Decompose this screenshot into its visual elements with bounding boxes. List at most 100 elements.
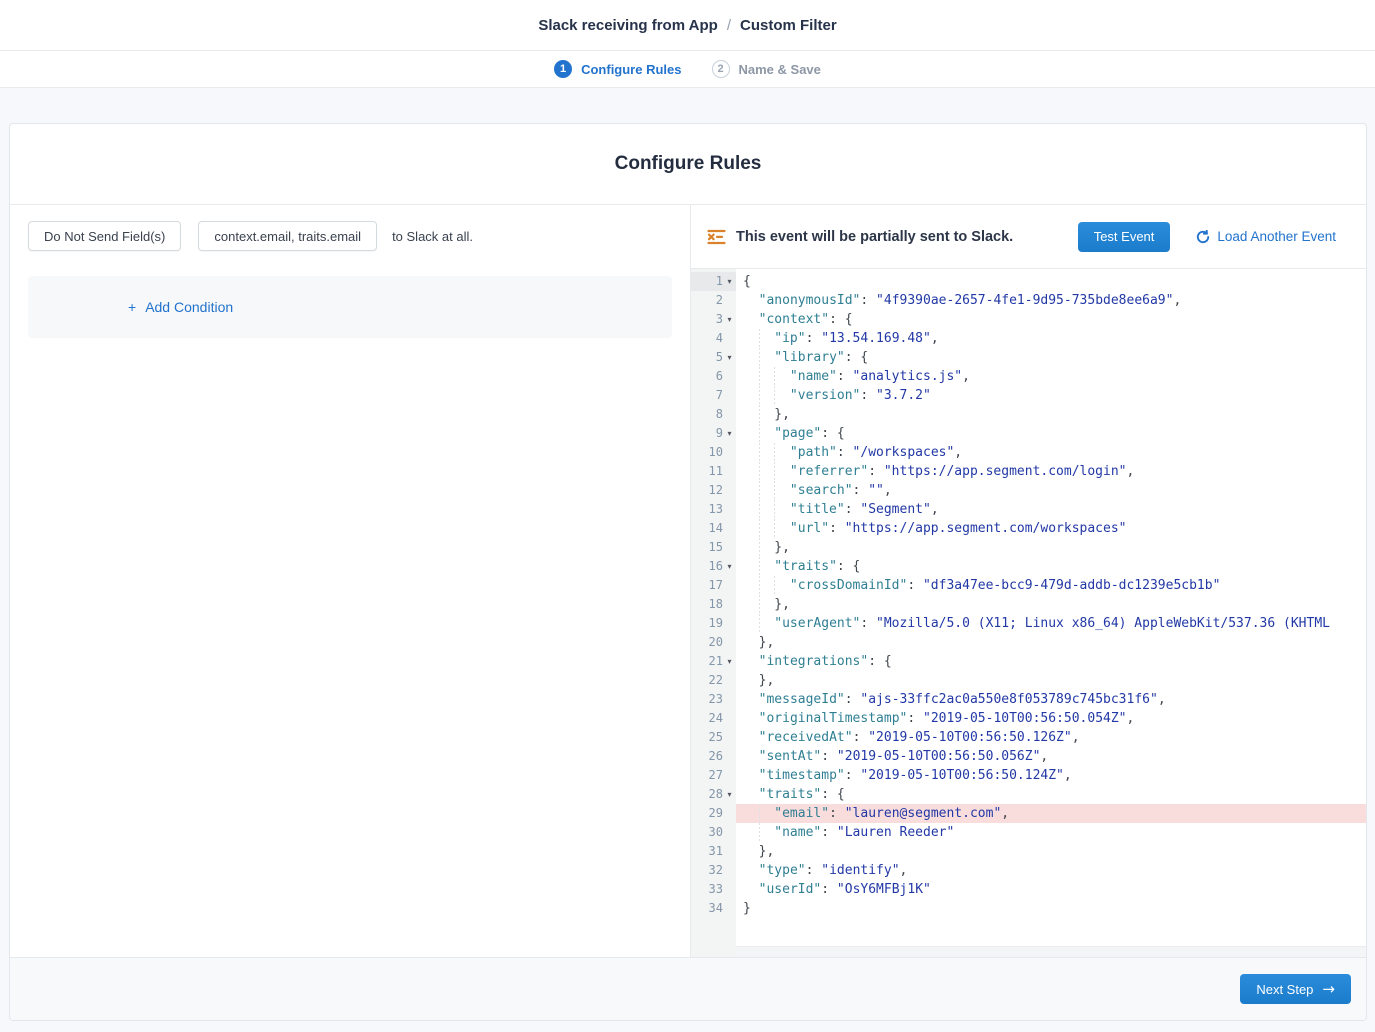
code-line[interactable]: "title": "Segment", (736, 500, 1366, 519)
next-step-button[interactable]: Next Step → (1240, 974, 1351, 1004)
next-step-label: Next Step (1256, 982, 1313, 997)
indent-guide (759, 462, 775, 481)
rule-fields-button[interactable]: context.email, traits.email (198, 221, 377, 251)
json-string: "Lauren Reeder" (837, 825, 954, 840)
code-line[interactable]: }, (736, 842, 1366, 861)
json-punct: : (821, 882, 837, 897)
code-line[interactable]: }, (736, 633, 1366, 652)
code-line[interactable]: "search": "", (736, 481, 1366, 500)
code-line[interactable]: "type": "identify", (736, 861, 1366, 880)
line-number: 32 (709, 861, 723, 880)
line-number: 16 (709, 557, 723, 576)
code-line[interactable]: "version": "3.7.2" (736, 386, 1366, 405)
caret-down-icon[interactable]: ▾ (723, 652, 736, 671)
gutter-line: 26 (691, 747, 736, 766)
json-key: "library" (774, 350, 844, 365)
rule-action-button[interactable]: Do Not Send Field(s) (28, 221, 181, 251)
code-line[interactable]: }, (736, 671, 1366, 690)
indent-guide (743, 576, 759, 595)
code-line[interactable]: "userId": "OsY6MFBj1K" (736, 880, 1366, 899)
code-line[interactable]: "timestamp": "2019-05-10T00:56:50.124Z", (736, 766, 1366, 785)
line-number: 28 (709, 785, 723, 804)
indent-guide (743, 424, 759, 443)
code-line[interactable]: } (736, 899, 1366, 918)
json-punct: : (837, 445, 853, 460)
indent-guide (743, 538, 759, 557)
caret-down-icon[interactable]: ▾ (723, 310, 736, 329)
json-key: "anonymousId" (759, 293, 861, 308)
code-line[interactable]: "anonymousId": "4f9390ae-2657-4fe1-9d95-… (736, 291, 1366, 310)
code-line[interactable]: "receivedAt": "2019-05-10T00:56:50.126Z"… (736, 728, 1366, 747)
caret-down-icon[interactable]: ▾ (723, 348, 736, 367)
step-name-save[interactable]: 2 Name & Save (712, 60, 821, 78)
test-event-button[interactable]: Test Event (1078, 222, 1171, 252)
indent-guide (743, 614, 759, 633)
code-line[interactable]: "page": { (736, 424, 1366, 443)
code-line[interactable]: { (736, 272, 1366, 291)
step-configure-rules[interactable]: 1 Configure Rules (554, 60, 681, 78)
code-line[interactable]: "crossDomainId": "df3a47ee-bcc9-479d-add… (736, 576, 1366, 595)
json-string: "4f9390ae-2657-4fe1-9d95-735bde8ee6a9" (876, 293, 1173, 308)
json-event-editor[interactable]: 1▾23▾45▾6789▾10111213141516▾1718192021▾2… (691, 269, 1366, 957)
breadcrumb: Slack receiving from App / Custom Filter (538, 17, 836, 34)
json-punct: : { (868, 654, 891, 669)
line-number: 15 (709, 538, 723, 557)
indent-guide (743, 709, 759, 728)
json-string: "13.54.169.48" (821, 331, 931, 346)
json-punct: : (907, 578, 923, 593)
indent-guide (774, 576, 790, 595)
code-line[interactable]: "url": "https://app.segment.com/workspac… (736, 519, 1366, 538)
indent-guide (774, 367, 790, 386)
line-number: 8 (716, 405, 723, 424)
indent-guide (743, 367, 759, 386)
gutter-line: 29 (691, 804, 736, 823)
indent-guide (743, 443, 759, 462)
json-string: "2019-05-10T00:56:50.124Z" (860, 768, 1064, 783)
code-line[interactable]: "originalTimestamp": "2019-05-10T00:56:5… (736, 709, 1366, 728)
code-line[interactable]: "library": { (736, 348, 1366, 367)
json-string: "https://app.segment.com/workspaces" (845, 521, 1127, 536)
caret-down-icon[interactable]: ▾ (723, 272, 736, 291)
card-body: Do Not Send Field(s) context.email, trai… (10, 205, 1366, 957)
json-string: "2019-05-10T00:56:50.056Z" (837, 749, 1041, 764)
code-line[interactable]: "path": "/workspaces", (736, 443, 1366, 462)
code-line[interactable]: "traits": { (736, 557, 1366, 576)
code-line-highlighted[interactable]: "email": "lauren@segment.com", (736, 804, 1366, 823)
caret-down-icon[interactable]: ▾ (723, 557, 736, 576)
breadcrumb-item-primary[interactable]: Slack receiving from App (538, 17, 718, 34)
json-key: "traits" (759, 787, 822, 802)
code-line[interactable]: "name": "analytics.js", (736, 367, 1366, 386)
load-another-event-button[interactable]: Load Another Event (1196, 229, 1336, 244)
json-key: "sentAt" (759, 749, 822, 764)
json-key: "integrations" (759, 654, 869, 669)
rule-builder-panel: Do Not Send Field(s) context.email, trai… (10, 205, 691, 957)
stepper: 1 Configure Rules 2 Name & Save (0, 51, 1375, 88)
indent-guide (743, 481, 759, 500)
indent-guide (774, 462, 790, 481)
add-condition-button[interactable]: + Add Condition (128, 299, 233, 315)
code-line[interactable]: "referrer": "https://app.segment.com/log… (736, 462, 1366, 481)
code-line[interactable]: }, (736, 405, 1366, 424)
indent-guide (743, 728, 759, 747)
code-line[interactable]: "context": { (736, 310, 1366, 329)
gutter-line: 18 (691, 595, 736, 614)
code-line[interactable]: "ip": "13.54.169.48", (736, 329, 1366, 348)
line-number: 4 (716, 329, 723, 348)
code-line[interactable]: "userAgent": "Mozilla/5.0 (X11; Linux x8… (736, 614, 1366, 633)
code-line[interactable]: "messageId": "ajs-33ffc2ac0a550e8f053789… (736, 690, 1366, 709)
line-number: 17 (709, 576, 723, 595)
gutter-line: 7 (691, 386, 736, 405)
horizontal-scrollbar[interactable] (736, 946, 1366, 957)
code-line[interactable]: }, (736, 538, 1366, 557)
caret-down-icon[interactable]: ▾ (723, 785, 736, 804)
code-line[interactable]: }, (736, 595, 1366, 614)
code-line[interactable]: "traits": { (736, 785, 1366, 804)
caret-down-icon[interactable]: ▾ (723, 424, 736, 443)
code-line[interactable]: "integrations": { (736, 652, 1366, 671)
line-number: 1 (716, 272, 723, 291)
indent-guide (759, 557, 775, 576)
code-line[interactable]: "sentAt": "2019-05-10T00:56:50.056Z", (736, 747, 1366, 766)
refresh-icon (1196, 230, 1210, 244)
code-line[interactable]: "name": "Lauren Reeder" (736, 823, 1366, 842)
gutter-line: 20 (691, 633, 736, 652)
